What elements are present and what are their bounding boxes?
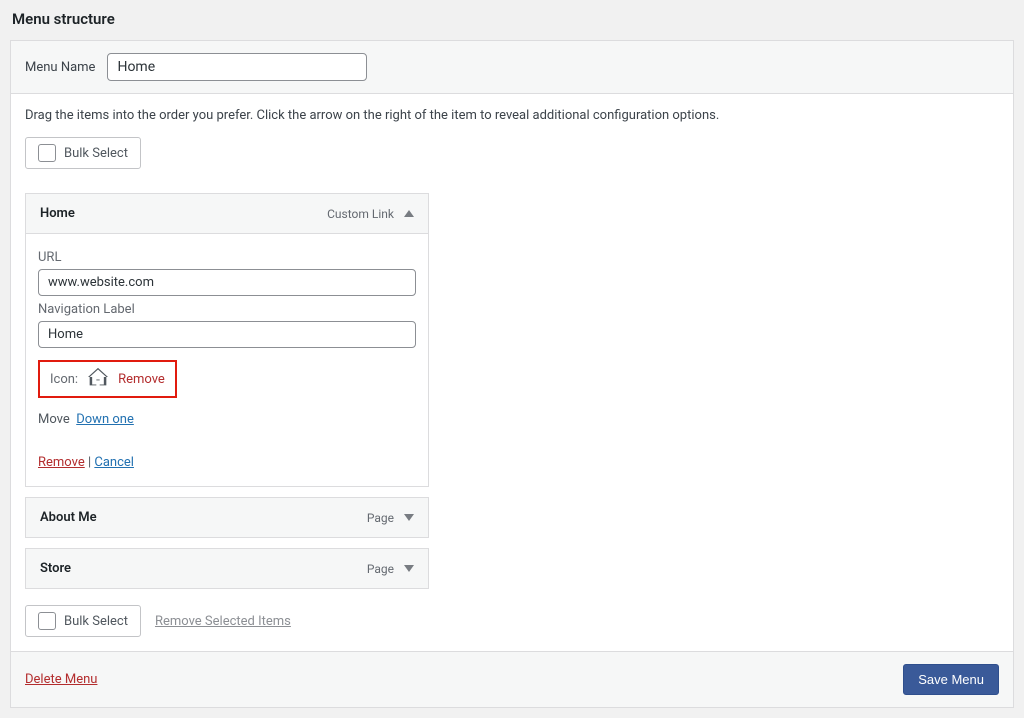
chevron-down-icon[interactable]	[404, 565, 414, 572]
menu-item-bar-about-me[interactable]: About Me Page	[25, 497, 429, 538]
cancel-link[interactable]: Cancel	[94, 455, 134, 470]
menu-item-title: About Me	[40, 510, 97, 525]
menu-item-right: Page	[367, 562, 414, 576]
bulk-select-label: Bulk Select	[64, 614, 128, 629]
menu-item-title: Store	[40, 561, 71, 576]
menu-item-right: Custom Link	[327, 207, 414, 221]
separator: |	[85, 455, 95, 470]
panel-header: Menu Name	[11, 41, 1013, 94]
remove-icon-link[interactable]: Remove	[118, 372, 165, 387]
bulk-select-button-bottom[interactable]: Bulk Select	[25, 605, 141, 637]
instructions-text: Drag the items into the order you prefer…	[25, 108, 999, 123]
url-input[interactable]	[38, 269, 416, 296]
menu-item-title: Home	[40, 206, 75, 221]
remove-cancel-row: Remove | Cancel	[38, 455, 416, 470]
move-row: Move Down one	[38, 412, 416, 427]
house-icon	[88, 367, 108, 391]
delete-menu-link[interactable]: Delete Menu	[25, 672, 97, 687]
url-label: URL	[38, 250, 416, 265]
bulk-select-button[interactable]: Bulk Select	[25, 137, 141, 169]
menu-structure-panel: Menu Name Drag the items into the order …	[10, 40, 1014, 708]
remove-selected-link[interactable]: Remove Selected Items	[155, 614, 291, 629]
panel-body: Drag the items into the order you prefer…	[11, 94, 1013, 651]
after-items-row: Bulk Select Remove Selected Items	[25, 605, 999, 637]
move-down-one-link[interactable]: Down one	[76, 412, 134, 427]
menu-item-right: Page	[367, 511, 414, 525]
nav-label-input[interactable]	[38, 321, 416, 348]
chevron-down-icon[interactable]	[404, 514, 414, 521]
bulk-select-checkbox[interactable]	[38, 612, 56, 630]
menu-name-label: Menu Name	[25, 60, 95, 75]
menu-item-bar-home[interactable]: Home Custom Link	[25, 193, 429, 234]
page-title: Menu structure	[10, 10, 1014, 28]
menu-item-type: Custom Link	[327, 207, 394, 221]
remove-item-link[interactable]: Remove	[38, 455, 85, 470]
menu-items-list: Home Custom Link URL Navigation Label Ic…	[25, 193, 429, 589]
menu-item-bar-store[interactable]: Store Page	[25, 548, 429, 589]
panel-footer: Delete Menu Save Menu	[11, 651, 1013, 707]
save-menu-button[interactable]: Save Menu	[903, 664, 999, 695]
bulk-select-checkbox[interactable]	[38, 144, 56, 162]
nav-label-label: Navigation Label	[38, 302, 416, 317]
move-label: Move	[38, 412, 70, 427]
icon-row-highlighted: Icon: Remove	[38, 360, 177, 398]
menu-name-input[interactable]	[107, 53, 367, 81]
menu-item-type: Page	[367, 511, 394, 525]
icon-label: Icon:	[50, 372, 78, 387]
menu-item-type: Page	[367, 562, 394, 576]
chevron-up-icon[interactable]	[404, 210, 414, 217]
menu-item-settings-home: URL Navigation Label Icon: Remove Move D…	[25, 234, 429, 487]
bulk-select-label: Bulk Select	[64, 146, 128, 161]
